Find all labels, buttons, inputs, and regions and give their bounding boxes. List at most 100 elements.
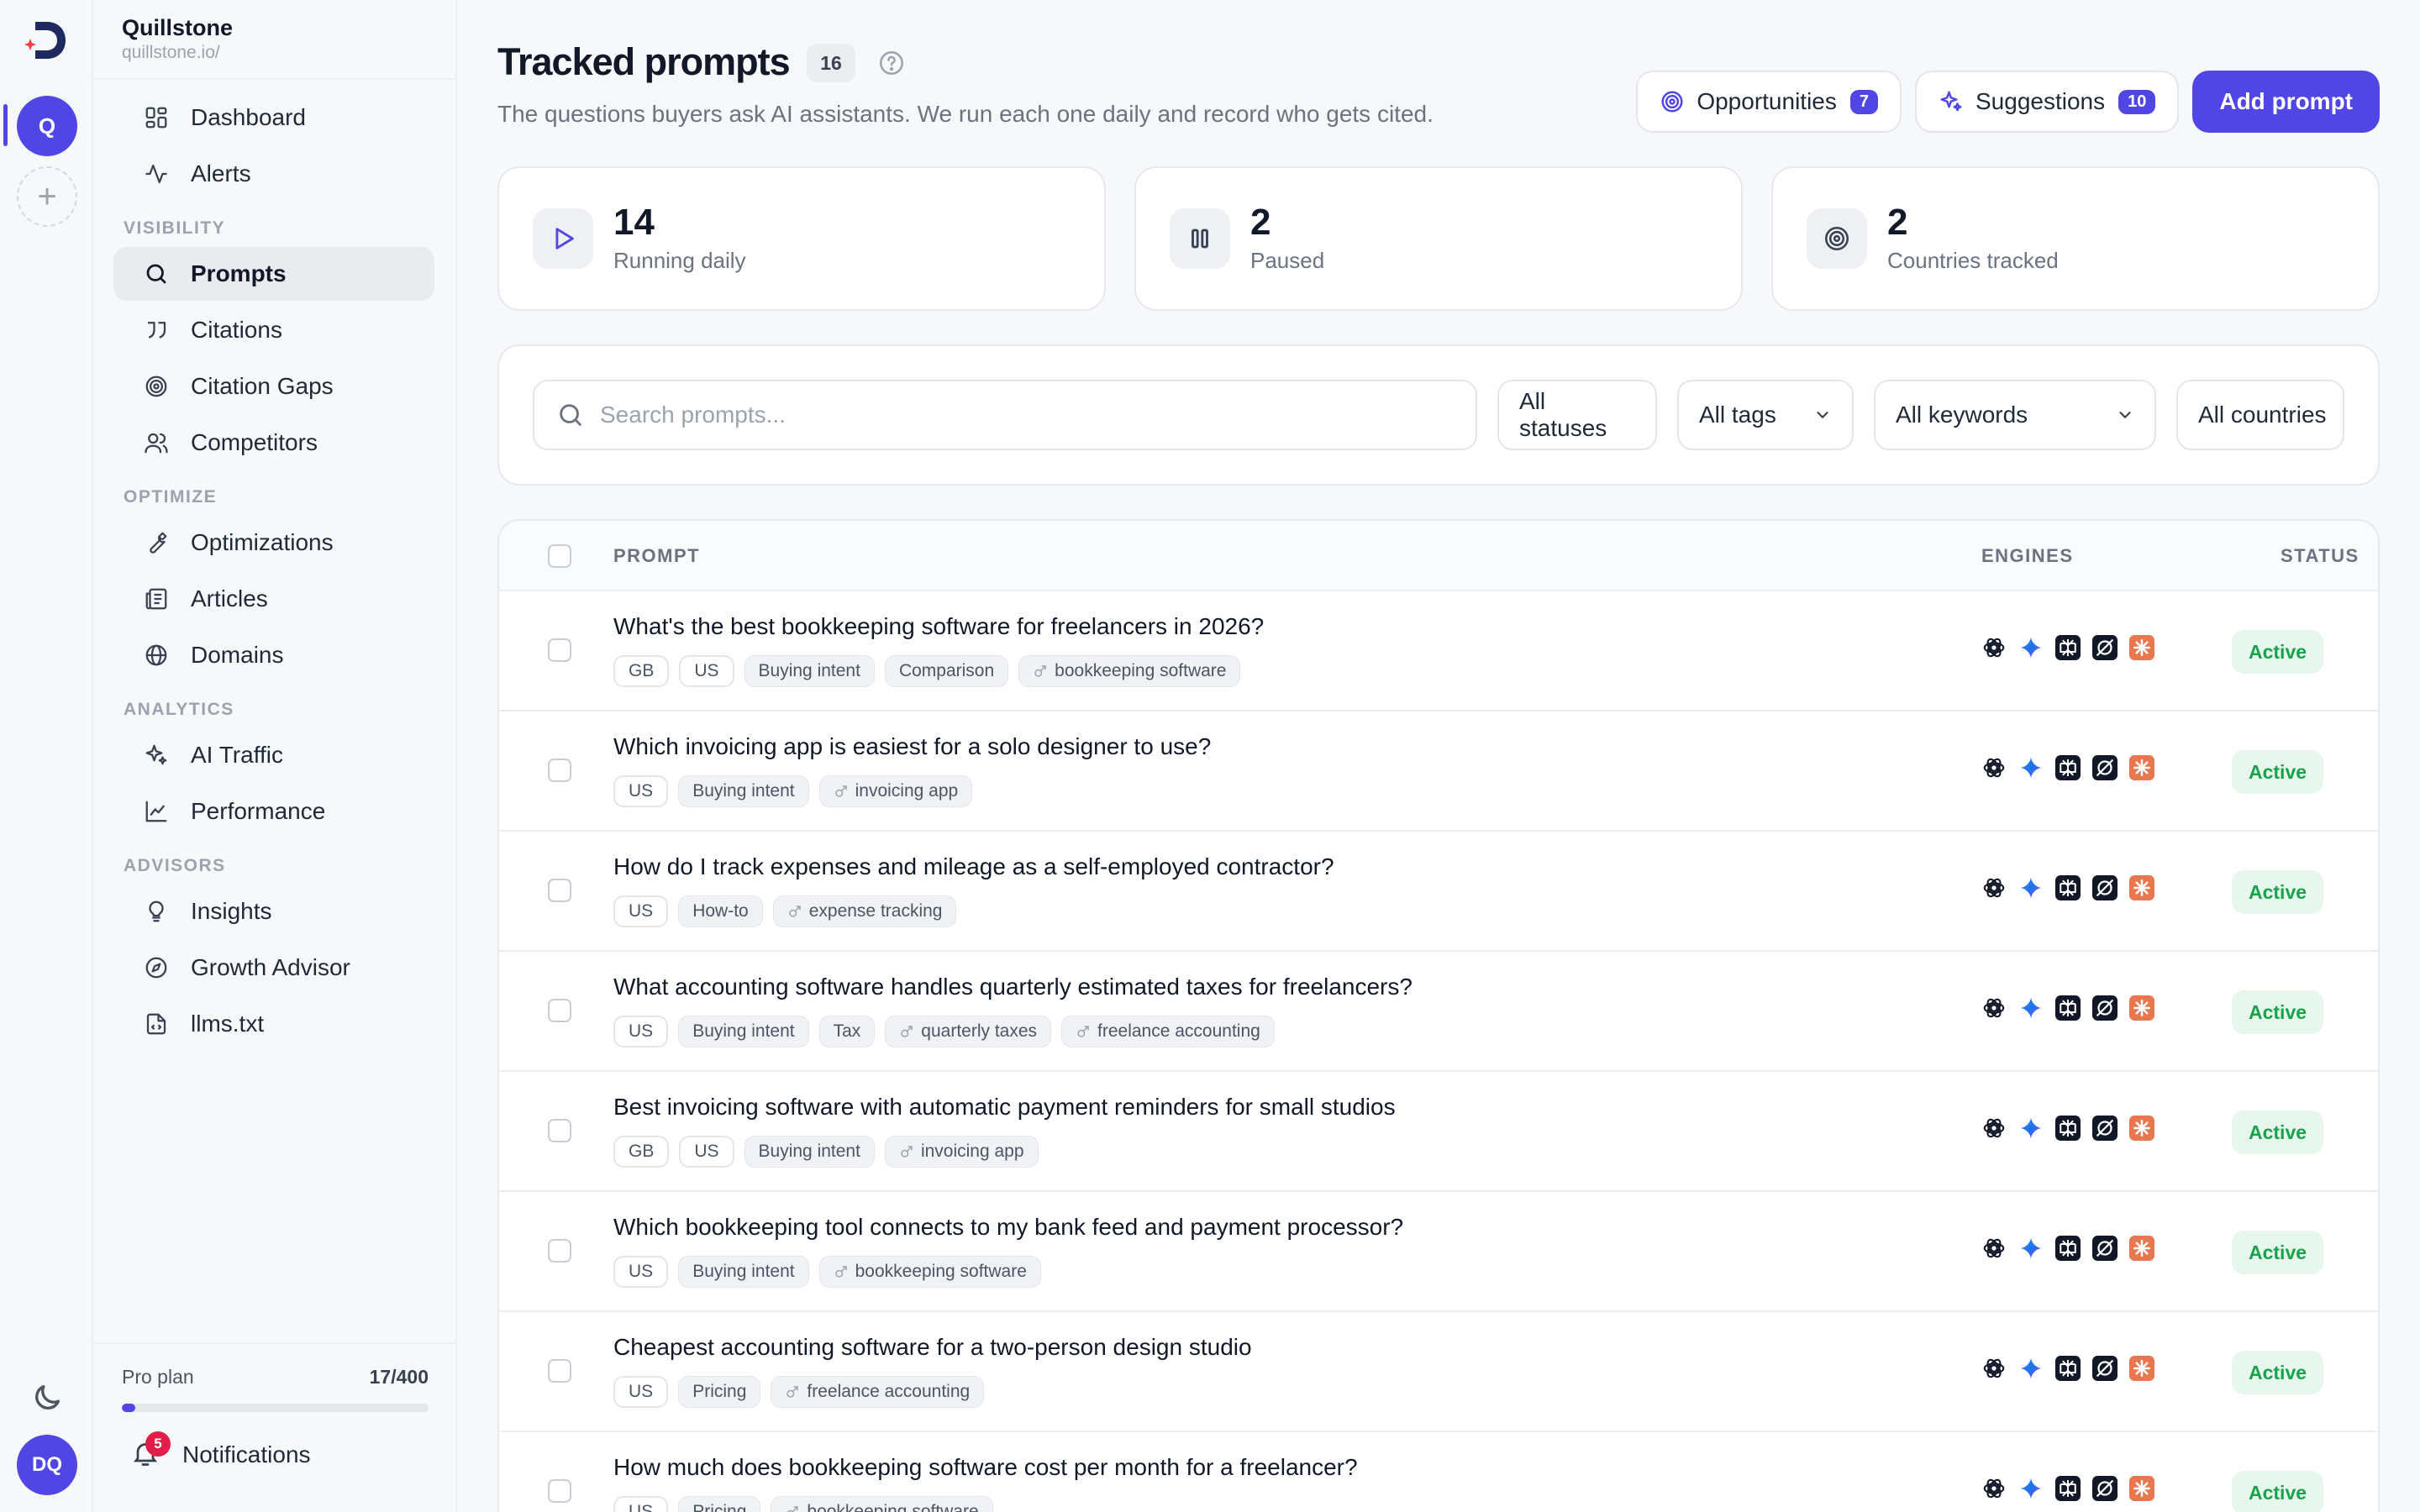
keyword-tag: freelance accounting bbox=[1061, 1016, 1275, 1047]
workspace-url: quillstone.io/ bbox=[122, 43, 220, 62]
intent-tag: How-to bbox=[678, 895, 763, 927]
sidebar-item-llms-txt[interactable]: llms.txt bbox=[113, 997, 434, 1051]
sidebar: Quillstone quillstone.io/ Dashboard Aler… bbox=[93, 0, 457, 1512]
table-row[interactable]: What's the best bookkeeping software for… bbox=[499, 591, 2378, 711]
keywords-filter-select[interactable]: All keywords bbox=[1874, 380, 2156, 450]
sidebar-item-citations[interactable]: Citations bbox=[113, 303, 434, 357]
sidebar-item-label: Optimizations bbox=[191, 529, 334, 555]
moon-icon[interactable] bbox=[30, 1381, 64, 1415]
row-checkbox[interactable] bbox=[548, 759, 571, 782]
sidebar-item-dashboard[interactable]: Dashboard bbox=[113, 91, 434, 144]
add-workspace-button[interactable]: + bbox=[17, 166, 77, 227]
engine-icons bbox=[1981, 1476, 2154, 1501]
search-input[interactable] bbox=[600, 402, 1440, 428]
table-row[interactable]: How much does bookkeeping software cost … bbox=[499, 1432, 2378, 1512]
sidebar-item-growth-advisor[interactable]: Growth Advisor bbox=[113, 941, 434, 995]
prompt-tags: GB US Buying intent Comparison bookkeeping s… bbox=[613, 655, 1241, 687]
sidebar-item-ai-traffic[interactable]: AI Traffic bbox=[113, 728, 434, 782]
intent-tag: Pricing bbox=[678, 1496, 761, 1512]
perplexity-icon bbox=[2055, 755, 2081, 780]
app-logo-icon[interactable] bbox=[24, 17, 71, 64]
table-row[interactable]: Which bookkeeping tool connects to my ba… bbox=[499, 1192, 2378, 1312]
sidebar-item-prompts[interactable]: Prompts bbox=[113, 247, 434, 301]
table-row[interactable]: What accounting software handles quarter… bbox=[499, 952, 2378, 1072]
search-box[interactable] bbox=[533, 380, 1477, 450]
prompt-tags: US Buying intent Tax quarterly taxes freelan… bbox=[613, 1016, 1275, 1047]
table-row[interactable]: Cheapest accounting software for a two-p… bbox=[499, 1312, 2378, 1432]
status-badge[interactable]: Active bbox=[2232, 1471, 2324, 1512]
intent-tag: Comparison bbox=[884, 655, 1009, 687]
prompt-text[interactable]: Which invoicing app is easiest for a sol… bbox=[613, 733, 1211, 760]
status-badge[interactable]: Active bbox=[2232, 630, 2324, 674]
keyword-tag: bookkeeping software bbox=[1018, 655, 1241, 687]
target-icon bbox=[1807, 208, 1867, 269]
prompt-count-badge: 16 bbox=[807, 44, 855, 82]
user-avatar[interactable]: DQ bbox=[17, 1435, 77, 1495]
keyword-tag: quarterly taxes bbox=[885, 1016, 1052, 1047]
table-row[interactable]: Best invoicing software with automatic p… bbox=[499, 1072, 2378, 1192]
status-badge[interactable]: Active bbox=[2232, 990, 2324, 1034]
row-checkbox[interactable] bbox=[548, 1479, 571, 1503]
sidebar-item-optimizations[interactable]: Optimizations bbox=[113, 516, 434, 570]
keyword-tag: invoicing app bbox=[884, 1136, 1039, 1168]
perplexity-icon bbox=[2055, 875, 2081, 900]
gemini-icon bbox=[2018, 995, 2044, 1021]
file-code-icon bbox=[142, 1010, 171, 1038]
compass-icon bbox=[142, 953, 171, 982]
prompt-tags: GB US Buying intent invoicing app bbox=[613, 1136, 1039, 1168]
prompt-text[interactable]: Cheapest accounting software for a two-p… bbox=[613, 1334, 1252, 1361]
sidebar-item-label: Competitors bbox=[191, 429, 318, 455]
sidebar-item-articles[interactable]: Articles bbox=[113, 572, 434, 626]
suggestions-button[interactable]: Suggestions 10 bbox=[1915, 71, 2180, 133]
lightbulb-icon bbox=[142, 897, 171, 926]
sidebar-item-label: Articles bbox=[191, 585, 268, 612]
status-filter-select[interactable]: All statuses bbox=[1497, 380, 1657, 450]
sidebar-item-competitors[interactable]: Competitors bbox=[113, 416, 434, 470]
table-row[interactable]: Which invoicing app is easiest for a sol… bbox=[499, 711, 2378, 832]
status-badge[interactable]: Active bbox=[2232, 1351, 2324, 1394]
sidebar-item-alerts[interactable]: Alerts bbox=[113, 147, 434, 201]
opportunities-button[interactable]: Opportunities 7 bbox=[1636, 71, 1902, 133]
row-checkbox[interactable] bbox=[548, 1119, 571, 1142]
sidebar-item-insights[interactable]: Insights bbox=[113, 885, 434, 938]
countries-filter-select[interactable]: All countries bbox=[2176, 380, 2344, 450]
row-checkbox[interactable] bbox=[548, 638, 571, 662]
tags-filter-select[interactable]: All tags bbox=[1677, 380, 1854, 450]
column-header-prompt[interactable]: PROMPT bbox=[613, 521, 700, 591]
row-checkbox[interactable] bbox=[548, 999, 571, 1022]
status-badge[interactable]: Active bbox=[2232, 870, 2324, 914]
engine-icons bbox=[1981, 635, 2154, 660]
page-title: Tracked prompts bbox=[497, 40, 791, 83]
row-checkbox[interactable] bbox=[548, 1239, 571, 1263]
country-tag: GB bbox=[613, 1136, 670, 1168]
help-icon[interactable] bbox=[877, 49, 906, 77]
row-checkbox[interactable] bbox=[548, 1359, 571, 1383]
prompt-text[interactable]: What's the best bookkeeping software for… bbox=[613, 613, 1264, 640]
workspace-avatar[interactable]: Q bbox=[17, 96, 77, 156]
claude-icon bbox=[2129, 875, 2154, 900]
perplexity-icon bbox=[2055, 1116, 2081, 1141]
prompt-text[interactable]: How much does bookkeeping software cost … bbox=[613, 1454, 1358, 1481]
sidebar-item-label: Performance bbox=[191, 798, 326, 824]
sidebar-item-domains[interactable]: Domains bbox=[113, 628, 434, 682]
status-badge[interactable]: Active bbox=[2232, 1110, 2324, 1154]
row-checkbox[interactable] bbox=[548, 879, 571, 902]
workspace-header[interactable]: Quillstone quillstone.io/ bbox=[122, 15, 233, 63]
prompt-text[interactable]: Which bookkeeping tool connects to my ba… bbox=[613, 1214, 1403, 1241]
sidebar-item-performance[interactable]: Performance bbox=[113, 785, 434, 838]
prompt-text[interactable]: Best invoicing software with automatic p… bbox=[613, 1094, 1396, 1121]
search-icon bbox=[142, 260, 171, 288]
status-badge[interactable]: Active bbox=[2232, 1231, 2324, 1274]
status-badge[interactable]: Active bbox=[2232, 750, 2324, 794]
plan-usage[interactable]: Pro plan 17/400 bbox=[93, 1342, 457, 1412]
sidebar-item-citation-gaps[interactable]: Citation Gaps bbox=[113, 360, 434, 413]
table-row[interactable]: How do I track expenses and mileage as a… bbox=[499, 832, 2378, 952]
prompt-text[interactable]: How do I track expenses and mileage as a… bbox=[613, 853, 1334, 880]
notifications-button[interactable]: 5 Notifications bbox=[130, 1431, 311, 1472]
add-prompt-button[interactable]: Add prompt bbox=[2192, 71, 2380, 133]
select-all-checkbox[interactable] bbox=[548, 544, 571, 568]
keyword-label: invoicing app bbox=[855, 781, 959, 801]
column-header-status[interactable]: STATUS bbox=[2281, 521, 2360, 591]
prompt-text[interactable]: What accounting software handles quarter… bbox=[613, 974, 1413, 1000]
intent-tag: Buying intent bbox=[678, 1256, 809, 1288]
